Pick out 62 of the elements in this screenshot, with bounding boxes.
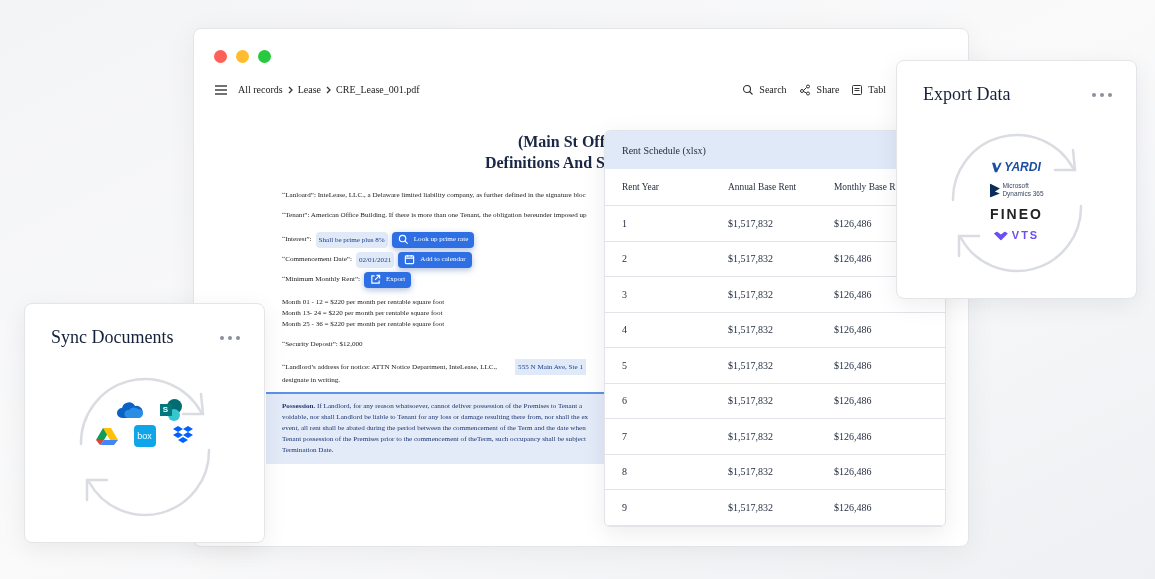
table-cell-text: $1,517,832	[728, 500, 774, 515]
box-logo: box	[133, 425, 156, 447]
breadcrumb-link[interactable]: CRE_Lease_001.pdf	[336, 82, 420, 97]
more-icon[interactable]	[1092, 92, 1112, 97]
table-cell-text: $1,517,832	[728, 394, 774, 409]
window-control[interactable]	[214, 50, 227, 63]
chevron-icon	[326, 85, 332, 94]
table-cell-text: 6	[622, 394, 628, 409]
table-cell-text: $126,486	[834, 323, 873, 338]
table-icon	[851, 83, 864, 96]
column-header: Rent Year	[622, 180, 660, 194]
table-cell-text: 2	[622, 252, 628, 267]
more-icon[interactable]	[220, 335, 240, 340]
toolbar-button[interactable]: Search	[742, 82, 787, 97]
card-title: Export Data	[923, 83, 1011, 106]
table-cell-text: $126,486	[834, 216, 873, 231]
table-cell-text: $126,486	[834, 252, 873, 267]
search-icon	[742, 83, 755, 96]
table-cell-text: 7	[622, 429, 628, 444]
chevron-icon	[287, 85, 293, 94]
table-cell-text: $126,486	[834, 358, 873, 373]
table-cell-text: $1,517,832	[728, 252, 774, 267]
table-cell-text: $126,486	[834, 465, 873, 480]
table-cell-text: $126,486	[834, 287, 873, 302]
export-icon	[370, 274, 382, 285]
yardi-logo: YARDI	[992, 161, 1041, 174]
card-title: Sync Documents	[51, 326, 174, 349]
search-icon	[397, 234, 409, 245]
table-cell-text: $126,486	[834, 394, 873, 409]
document-title: Definitions And S	[484, 153, 605, 173]
table-cell-text: $1,517,832	[728, 287, 774, 302]
table-cell-text: $126,486	[834, 500, 873, 515]
table-cell-text: 3	[622, 287, 628, 302]
table-cell-text: 1	[622, 216, 628, 231]
toolbar-button[interactable]: Tabl	[851, 82, 886, 97]
triangle-icon	[95, 426, 118, 446]
table-cell-text: $126,486	[834, 429, 873, 444]
table-cell-text: 8	[622, 465, 628, 480]
fineo-logo: FINEO	[990, 207, 1043, 222]
column-header: Monthly Base R	[834, 180, 897, 194]
table-cell-text: 4	[622, 323, 628, 338]
table-cell-text: $1,517,832	[728, 323, 774, 338]
column-header: Annual Base Rent	[728, 180, 798, 194]
window-control[interactable]	[236, 50, 249, 63]
cloud-icon	[115, 401, 144, 419]
table-cell-text: 5	[622, 358, 628, 373]
dropbox-icon	[171, 426, 194, 446]
breadcrumb-link[interactable]: All records	[238, 82, 283, 97]
window-control[interactable]	[258, 50, 271, 63]
table-cell-text: $1,517,832	[728, 465, 774, 480]
menu-icon[interactable]	[215, 84, 227, 95]
table-cell-text: $1,517,832	[728, 216, 774, 231]
panel-title: Rent Schedule (xlsx)	[622, 143, 706, 158]
table-cell-text: 9	[622, 500, 628, 515]
toolbar-button[interactable]: Share	[798, 82, 840, 97]
table-cell-text: $1,517,832	[728, 358, 774, 373]
calendar-icon	[404, 254, 416, 265]
document-title: (Main St Off	[517, 132, 605, 152]
breadcrumb-link[interactable]: Lease	[297, 82, 322, 97]
vts-logo: VTS	[993, 230, 1040, 242]
table-cell-text: $1,517,832	[728, 429, 774, 444]
share-icon	[798, 83, 812, 96]
